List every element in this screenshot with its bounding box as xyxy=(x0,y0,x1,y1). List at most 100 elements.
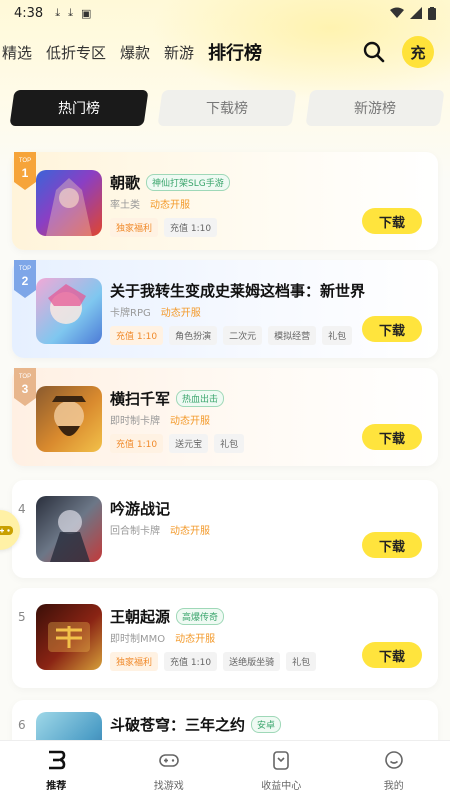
list-item[interactable]: 5 王朝起源 高爆传奇 即时制MMO 动态开服 独家福利 充值 1:10 送绝版… xyxy=(12,588,438,688)
recommend-icon xyxy=(49,750,66,770)
nav-label: 我的 xyxy=(383,781,404,792)
feature-chip: 礼包 xyxy=(286,652,317,671)
game-tag: 高爆传奇 xyxy=(176,608,225,625)
game-category: 即时制MMO xyxy=(110,634,166,645)
segment-label: 热门榜 xyxy=(58,101,100,117)
bottom-navigation: 推荐 找游戏 收益中心 我的 xyxy=(0,740,450,800)
list-item[interactable]: 4 吟游战记 回合制卡牌 动态开服 下载 xyxy=(12,480,438,578)
svg-text:TOP: TOP xyxy=(19,266,31,272)
feature-chip: 角色扮演 xyxy=(169,326,218,345)
list-item[interactable]: TOP 3 横扫千军 热血出击 即时制卡牌 动态开服 充值 1:10 送元宝 礼… xyxy=(12,368,438,466)
rank-number: 5 xyxy=(18,610,26,624)
game-name: 斗破苍穹：三年之约 xyxy=(110,716,246,734)
nav-label: 收益中心 xyxy=(261,781,302,792)
status-time: 4:38 xyxy=(14,5,44,21)
game-name: 关于我转生变成史莱姆这档事：新世界 xyxy=(110,282,366,300)
svg-text:2: 2 xyxy=(22,274,29,288)
wifi-icon xyxy=(390,7,404,18)
nav-earnings[interactable]: 收益中心 xyxy=(225,741,338,800)
list-item[interactable]: TOP 2 关于我转生变成史莱姆这档事：新世界 卡牌RPG 动态开服 充值 1:… xyxy=(12,260,438,358)
game-art-icon xyxy=(48,622,90,652)
profile-icon xyxy=(384,751,403,769)
server-status: 动态开服 xyxy=(175,634,216,645)
tab-new[interactable]: 新游 xyxy=(164,42,194,63)
segment-label: 新游榜 xyxy=(354,101,396,117)
rank-number: 4 xyxy=(18,502,26,516)
tab-hot[interactable]: 爆款 xyxy=(120,42,150,63)
nav-label: 推荐 xyxy=(46,781,67,792)
segment-new-list[interactable]: 新游榜 xyxy=(305,90,445,126)
app-status-icon: ▣ xyxy=(80,6,92,20)
download-button[interactable]: 下载 xyxy=(362,208,422,234)
feature-chip: 二次元 xyxy=(223,326,263,345)
feature-chip: 送元宝 xyxy=(169,434,209,453)
server-status: 动态开服 xyxy=(170,416,210,427)
top-1-badge-icon: TOP 1 xyxy=(14,152,36,190)
top-navigation: 精选 低折专区 爆款 新游 排行榜 充 xyxy=(0,34,450,70)
game-category: 即时制卡牌 xyxy=(110,416,160,427)
tab-featured[interactable]: 精选 xyxy=(2,42,32,63)
game-category: 回合制卡牌 xyxy=(110,526,160,537)
game-name: 朝歌 xyxy=(110,174,141,192)
svg-text:1: 1 xyxy=(22,166,29,180)
gamepad-icon xyxy=(0,526,13,535)
download-button[interactable]: 下载 xyxy=(362,316,422,342)
segment-label: 下载榜 xyxy=(206,101,248,117)
game-thumbnail[interactable] xyxy=(36,170,102,236)
game-category: 率土类 xyxy=(110,200,140,211)
nav-label: 找游戏 xyxy=(153,781,184,792)
nav-find-games[interactable]: 找游戏 xyxy=(113,741,226,800)
feature-chip: 充值 1:10 xyxy=(110,434,164,453)
game-art-icon xyxy=(50,510,90,562)
game-art-icon xyxy=(46,178,92,236)
ranking-segment-control: 热门榜 下载榜 新游榜 xyxy=(9,90,445,126)
feature-chip: 礼包 xyxy=(214,434,245,453)
server-status: 动态开服 xyxy=(160,308,201,319)
feature-chip: 独家福利 xyxy=(110,652,159,671)
server-status: 动态开服 xyxy=(170,526,210,537)
game-name: 王朝起源 xyxy=(110,608,171,626)
game-category: 卡牌RPG xyxy=(110,308,151,319)
charge-button[interactable]: 充 xyxy=(402,36,434,68)
segment-hot-list[interactable]: 热门榜 xyxy=(9,90,149,126)
top-3-badge-icon: TOP 3 xyxy=(14,368,36,406)
feature-chip: 充值 1:10 xyxy=(164,218,218,237)
download-button[interactable]: 下载 xyxy=(362,642,422,668)
search-icon[interactable] xyxy=(362,40,386,64)
game-thumbnail[interactable] xyxy=(36,604,102,670)
nav-mine[interactable]: 我的 xyxy=(338,741,450,800)
download-button[interactable]: 下载 xyxy=(362,424,422,450)
game-name: 吟游战记 xyxy=(110,500,171,518)
download-button[interactable]: 下载 xyxy=(362,532,422,558)
tab-ranking[interactable]: 排行榜 xyxy=(208,39,262,65)
tab-discount[interactable]: 低折专区 xyxy=(46,42,106,63)
feature-chip: 模拟经营 xyxy=(268,326,317,345)
gamepad-icon xyxy=(158,754,179,767)
download-status-icon-2: ⤓ xyxy=(68,6,73,19)
feature-chip: 充值 1:10 xyxy=(110,326,164,345)
game-tag: 热血出击 xyxy=(176,390,225,407)
feature-chip: 独家福利 xyxy=(110,218,159,237)
list-item[interactable]: TOP 1 朝歌 神仙打架SLG手游 率土类 动态开服 独家福利 充值 1:10… xyxy=(12,152,438,250)
signal-icon xyxy=(410,7,422,19)
status-bar: 4:38 ⤓ ⤓ ▣ xyxy=(0,0,450,26)
game-name: 横扫千军 xyxy=(110,390,171,408)
battery-icon xyxy=(428,6,436,20)
feature-chip: 送绝版坐骑 xyxy=(223,652,281,671)
game-art-icon xyxy=(52,396,86,436)
game-tag: 神仙打架SLG手游 xyxy=(146,174,230,191)
rank-number: 6 xyxy=(18,718,26,732)
top-2-badge-icon: TOP 2 xyxy=(14,260,36,298)
segment-download-list[interactable]: 下载榜 xyxy=(157,90,297,126)
game-thumbnail[interactable] xyxy=(36,386,102,452)
download-status-icon: ⤓ xyxy=(55,6,61,19)
game-thumbnail[interactable] xyxy=(36,278,102,344)
nav-recommend[interactable]: 推荐 xyxy=(0,741,113,800)
feature-chip: 充值 1:10 xyxy=(164,652,218,671)
svg-text:TOP: TOP xyxy=(19,158,31,164)
server-status: 动态开服 xyxy=(150,200,190,211)
wallet-icon xyxy=(273,751,290,770)
game-thumbnail[interactable] xyxy=(36,496,102,562)
svg-text:TOP: TOP xyxy=(19,374,31,380)
svg-text:3: 3 xyxy=(22,382,29,396)
